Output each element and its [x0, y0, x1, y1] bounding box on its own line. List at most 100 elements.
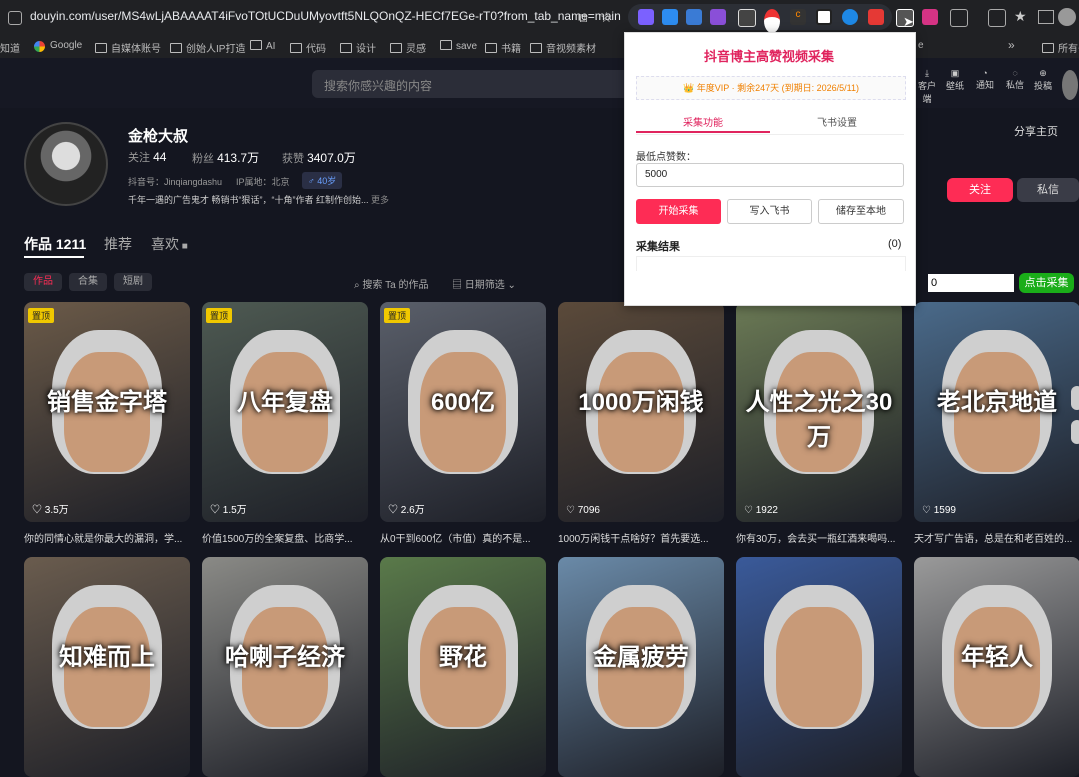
- header-upload-button[interactable]: ⊕ 投稿: [1030, 68, 1056, 92]
- video-card[interactable]: 置顶 销售金字塔 ♡ 3.5万: [24, 302, 190, 522]
- message-button[interactable]: 私信: [1017, 178, 1079, 202]
- profile-avatar-icon[interactable]: [1058, 8, 1076, 26]
- share-profile-button[interactable]: 分享主页: [1014, 123, 1058, 139]
- header-client-button[interactable]: ⤓ 客户端: [914, 68, 940, 105]
- bookmark-item[interactable]: 知道: [0, 40, 20, 55]
- extension-ghost-icon[interactable]: [710, 9, 726, 25]
- tab-liked[interactable]: 喜欢 ■: [151, 234, 188, 254]
- site-info-icon[interactable]: [8, 11, 22, 25]
- video-caption[interactable]: 价值1500万的全案复盘、比商学...: [202, 530, 368, 545]
- video-card[interactable]: 人性之光之30万 ♡ 1922: [736, 302, 902, 522]
- video-card[interactable]: 知难而上: [24, 557, 190, 777]
- tab-recommend[interactable]: 推荐: [104, 234, 132, 254]
- tab-feishu-settings[interactable]: 飞书设置: [770, 114, 904, 129]
- video-card[interactable]: 金属疲劳: [558, 557, 724, 777]
- bookmark-folder[interactable]: AI: [250, 40, 275, 52]
- bookmarks-overflow-icon[interactable]: »: [1008, 38, 1015, 52]
- scroll-right-arrow-icon[interactable]: [1071, 420, 1079, 444]
- bookmark-folder[interactable]: 自媒体账号: [95, 40, 161, 55]
- results-list: [636, 256, 906, 271]
- bookmark-folder[interactable]: 代码: [290, 40, 326, 55]
- translate-icon[interactable]: ⧉: [578, 10, 587, 26]
- header-notify-button[interactable]: ◔ 通知: [972, 68, 998, 91]
- douyin-id: 抖音号：Jinqiangdashu: [128, 177, 223, 187]
- extension-red-icon[interactable]: [868, 9, 884, 25]
- search-works-button[interactable]: ⌕ 搜索 Ta 的作品: [354, 276, 429, 291]
- following-stat[interactable]: 关注 44: [128, 149, 166, 165]
- date-filter-button[interactable]: ▤ 日期筛选 ⌄: [452, 276, 516, 291]
- ip-location: IP属地：北京: [236, 177, 290, 187]
- bookmarks-star-icon[interactable]: ★: [1014, 8, 1027, 25]
- url-text[interactable]: douyin.com/user/MS4wLjABAAAAT4iFvoTOtUCD…: [30, 9, 621, 23]
- video-caption[interactable]: 你有30万，会去买一瓶红酒来喝吗...: [736, 530, 902, 545]
- extension-drive-icon[interactable]: [686, 9, 702, 25]
- extension-pen-icon[interactable]: [638, 9, 654, 25]
- min-likes-label: 最低点赞数：: [636, 152, 696, 163]
- extension-mail-icon[interactable]: [662, 9, 678, 25]
- bio-more-link[interactable]: 更多: [371, 195, 389, 205]
- tab-works[interactable]: 作品 1211: [24, 234, 86, 254]
- extension-globe-icon[interactable]: [842, 9, 858, 25]
- video-overlay-title: 销售金字塔: [47, 389, 167, 416]
- heart-icon: ♡: [210, 505, 223, 516]
- write-feishu-button[interactable]: 写入飞书: [727, 199, 812, 224]
- video-caption[interactable]: 天才写广告语，总是在和老百姓的...: [914, 530, 1079, 545]
- video-card[interactable]: 老北京地道 ♡ 1599: [914, 302, 1079, 522]
- extension-c-icon[interactable]: c: [790, 9, 806, 25]
- start-collect-button[interactable]: 开始采集: [636, 199, 721, 224]
- folder-icon: [290, 43, 302, 53]
- extension-pokeball-icon[interactable]: [764, 9, 780, 33]
- video-card[interactable]: [736, 557, 902, 777]
- video-caption[interactable]: 1000万闲钱干点啥好？首先要选...: [558, 530, 724, 545]
- bookmark-folder[interactable]: save: [440, 40, 477, 52]
- split-view-icon[interactable]: [1038, 10, 1054, 24]
- video-card[interactable]: 置顶 八年复盘 ♡ 1.5万: [202, 302, 368, 522]
- video-likes: ♡ 1599: [922, 505, 956, 516]
- video-card[interactable]: 哈喇子经济: [202, 557, 368, 777]
- min-likes-input[interactable]: 5000: [636, 163, 904, 187]
- tab-collect[interactable]: 采集功能: [636, 114, 770, 129]
- collect-count-input[interactable]: 0: [928, 274, 1014, 292]
- tab-active-underline: [24, 256, 84, 258]
- bookmark-folder[interactable]: 灵感: [390, 40, 426, 55]
- search-input[interactable]: 搜索你感兴趣的内容: [312, 70, 642, 98]
- bookmark-google[interactable]: Google: [50, 40, 82, 51]
- gender-icon: ♂: [308, 176, 318, 186]
- bookmark-star-icon[interactable]: ☆: [600, 9, 613, 26]
- video-card[interactable]: 置顶 600亿 ♡ 2.6万: [380, 302, 546, 522]
- extension-frame-icon[interactable]: [816, 9, 832, 25]
- chip-collection[interactable]: 合集: [69, 273, 107, 291]
- header-wallpaper-button[interactable]: ▣ 壁纸: [942, 68, 968, 92]
- extensions-puzzle-icon[interactable]: [950, 9, 968, 27]
- scroll-right-arrow-icon[interactable]: [1071, 386, 1079, 410]
- collect-button[interactable]: 点击采集: [1019, 273, 1074, 293]
- bookmark-folder[interactable]: 创始人IP打造: [170, 40, 245, 55]
- pinned-badge: 置顶: [28, 308, 55, 323]
- user-avatar[interactable]: [1062, 70, 1078, 100]
- video-card[interactable]: 1000万闲钱 ♡ 7096: [558, 302, 724, 522]
- bookmark-folder[interactable]: 音视频素材: [530, 40, 596, 55]
- video-card[interactable]: 年轻人: [914, 557, 1079, 777]
- chip-works[interactable]: 作品: [24, 273, 62, 291]
- chip-drama[interactable]: 短剧: [114, 273, 152, 291]
- tab-search-icon[interactable]: [988, 9, 1006, 27]
- video-card[interactable]: 野花: [380, 557, 546, 777]
- fans-stat[interactable]: 粉丝 413.7万: [192, 149, 259, 166]
- bookmark-folder[interactable]: 书籍: [485, 40, 521, 55]
- video-caption[interactable]: 你的同情心就是你最大的漏洞，学...: [24, 530, 190, 545]
- folder-icon: [95, 43, 107, 53]
- all-bookmarks-folder[interactable]: 所有书: [1042, 40, 1079, 55]
- extension-toolbox-icon[interactable]: [738, 9, 756, 27]
- bookmark-folder[interactable]: 设计: [340, 40, 376, 55]
- header-message-button[interactable]: ◌ 私信: [1002, 68, 1028, 91]
- profile-avatar[interactable]: [24, 122, 108, 206]
- extension-pink-icon[interactable]: [922, 9, 938, 25]
- video-caption[interactable]: 从0干到600亿（市值）真的不是...: [380, 530, 546, 545]
- follow-button[interactable]: 关注: [947, 178, 1013, 202]
- save-local-button[interactable]: 储存至本地: [818, 199, 904, 224]
- video-likes: ♡ 1.5万: [210, 505, 247, 516]
- profile-name: 金枪大叔: [128, 128, 189, 145]
- bell-icon: ◔: [982, 68, 988, 78]
- age-badge: ♂ 40岁: [302, 172, 343, 189]
- bookmark-item[interactable]: e: [918, 40, 924, 51]
